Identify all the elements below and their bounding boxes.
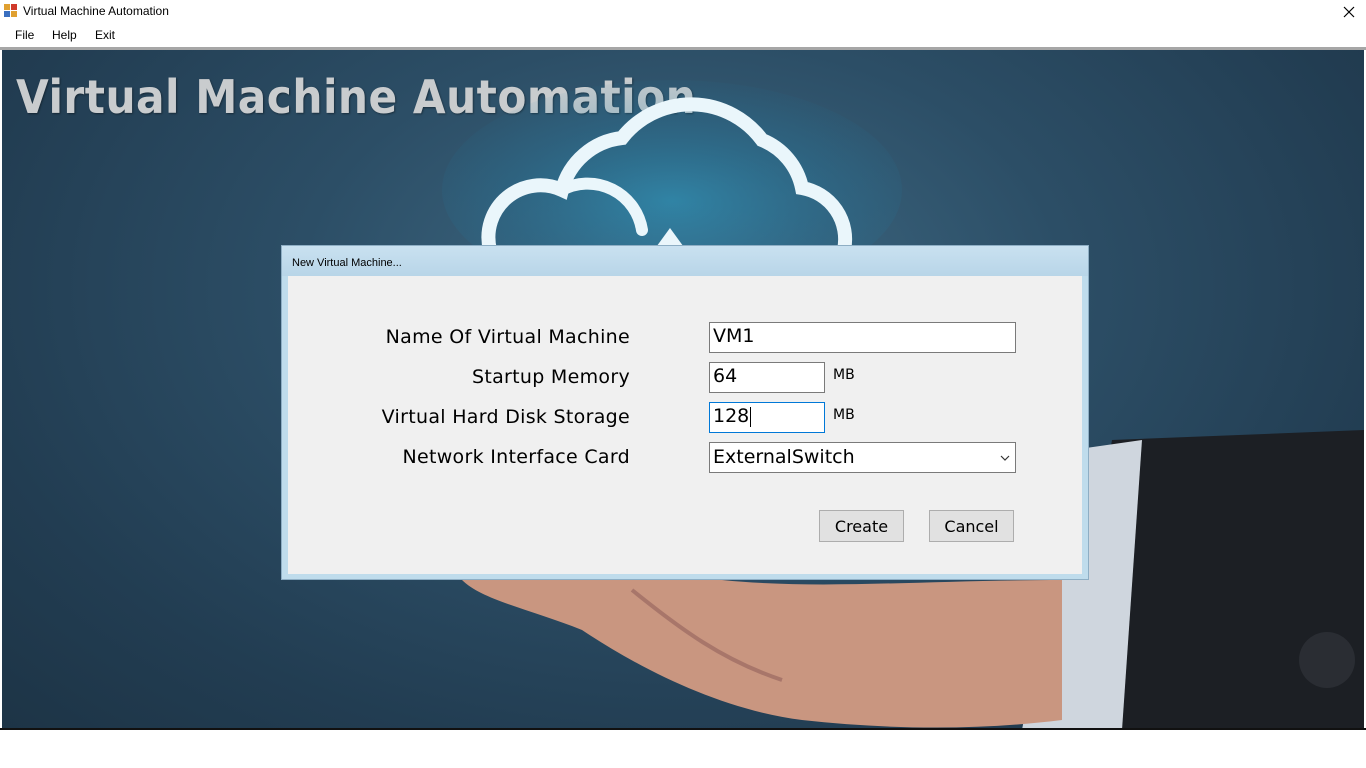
disk-unit-label: MB: [833, 407, 855, 423]
memory-unit-label: MB: [833, 367, 855, 383]
menu-help[interactable]: Help: [49, 27, 80, 43]
startup-memory-input[interactable]: 64: [709, 362, 825, 393]
startup-memory-label: Startup Memory: [471, 366, 630, 388]
dialog-body: Name Of Virtual Machine VM1 Startup Memo…: [288, 276, 1082, 574]
dialog-title: New Virtual Machine...: [292, 257, 402, 269]
disk-storage-label: Virtual Hard Disk Storage: [381, 406, 630, 428]
vm-name-input[interactable]: VM1: [709, 322, 1016, 353]
chevron-down-icon: [1000, 455, 1010, 461]
create-button[interactable]: Create: [819, 510, 904, 542]
window-titlebar: Virtual Machine Automation: [0, 0, 1366, 23]
app-icon: [4, 4, 18, 18]
close-button[interactable]: [1332, 0, 1366, 23]
menu-exit[interactable]: Exit: [92, 27, 118, 43]
menu-bar: File Help Exit: [0, 23, 1366, 47]
new-vm-dialog: New Virtual Machine... Name Of Virtual M…: [281, 245, 1089, 580]
window-title: Virtual Machine Automation: [23, 4, 169, 18]
disk-storage-value: 128: [713, 405, 750, 427]
text-caret: [750, 406, 752, 427]
vm-name-label: Name Of Virtual Machine: [385, 326, 630, 348]
nic-label: Network Interface Card: [402, 446, 630, 468]
startup-memory-value: 64: [713, 365, 738, 387]
disk-storage-input[interactable]: 128: [709, 402, 825, 433]
vm-name-value: VM1: [713, 325, 755, 347]
close-icon: [1343, 6, 1355, 17]
cancel-button[interactable]: Cancel: [929, 510, 1014, 542]
bottom-edge: [0, 728, 1366, 730]
nic-value: ExternalSwitch: [713, 446, 855, 468]
menu-file[interactable]: File: [12, 27, 37, 43]
dialog-titlebar: New Virtual Machine...: [282, 246, 1088, 276]
nic-select[interactable]: ExternalSwitch: [709, 442, 1016, 473]
